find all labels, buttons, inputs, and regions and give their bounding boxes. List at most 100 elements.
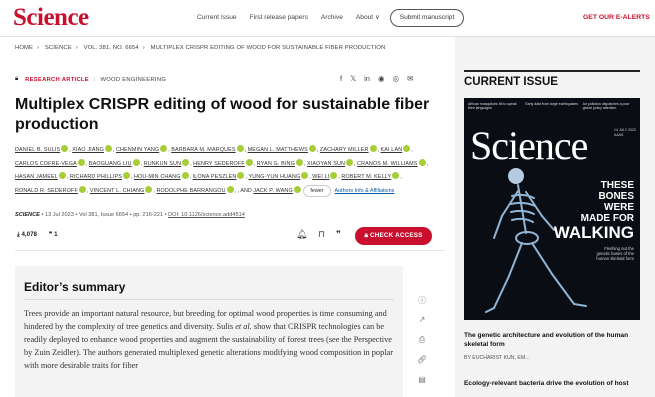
summary-text: Trees provide an important natural resou… xyxy=(24,307,396,372)
current-issue-heading: CURRENT ISSUE xyxy=(464,70,640,88)
orcid-icon[interactable] xyxy=(104,145,112,152)
orcid-icon[interactable] xyxy=(330,172,338,179)
orcid-icon[interactable] xyxy=(236,145,244,152)
orcid-icon[interactable] xyxy=(293,185,301,193)
orcid-icon[interactable] xyxy=(78,185,86,193)
volume-issue[interactable]: Vol 381, Issue 6654 xyxy=(79,212,128,218)
orcid-icon[interactable] xyxy=(132,158,140,166)
info-icon[interactable]: ⓘ xyxy=(412,295,432,315)
author-link[interactable]: ROBERT M. KELLY xyxy=(341,174,391,180)
link-icon[interactable]: 🔗︎ xyxy=(412,355,432,375)
floating-tools: ⓘ ↗ ⎙ 🔗︎ ▤ xyxy=(412,295,432,395)
orcid-icon[interactable] xyxy=(346,158,354,166)
nav-about[interactable]: About ∨ xyxy=(356,13,380,21)
author-link[interactable]: RICHARD PHILLIPS xyxy=(70,174,122,180)
orcid-icon[interactable] xyxy=(295,158,303,166)
submit-manuscript-button[interactable]: Submit manuscript xyxy=(390,9,464,27)
orcid-icon[interactable] xyxy=(392,172,400,179)
linkedin-icon[interactable]: in xyxy=(364,74,370,83)
pdf-lock-icon[interactable]: ⎙ xyxy=(412,335,432,355)
author-link[interactable]: RYAN G. BING xyxy=(257,161,295,167)
orcid-icon[interactable] xyxy=(226,185,234,193)
orcid-icon[interactable] xyxy=(181,172,189,179)
author-link[interactable]: XIAOYAN SUN xyxy=(307,161,345,167)
orcid-icon[interactable] xyxy=(418,158,426,166)
author-link[interactable]: HOU-MIN CHANG xyxy=(134,174,181,180)
author-link[interactable]: JACK P. WANG xyxy=(253,188,293,194)
cite-quote-icon[interactable]: ❞ xyxy=(336,229,341,240)
orcid-icon[interactable] xyxy=(77,158,85,166)
science-logo[interactable]: Science xyxy=(13,4,89,32)
author-link[interactable]: MEGAN L. MATTHEWS xyxy=(248,147,308,153)
email-icon[interactable]: ✉ xyxy=(407,74,413,83)
author-link[interactable]: RUNKUN SUN xyxy=(144,161,181,167)
facebook-icon[interactable]: f xyxy=(340,74,342,83)
breadcrumb-science[interactable]: SCIENCE xyxy=(45,45,72,51)
orcid-icon[interactable] xyxy=(237,172,245,179)
breadcrumb-home[interactable]: HOME xyxy=(15,45,33,51)
author-link[interactable]: HASAN JAMEEL xyxy=(15,174,58,180)
author-link[interactable]: HENRY SEDEROFF xyxy=(193,161,245,167)
divider xyxy=(15,250,445,251)
cover-subtext: Fleshing out the genetic bases of the hu… xyxy=(596,246,634,261)
orcid-icon[interactable] xyxy=(58,172,66,179)
document-icon[interactable]: ▤ xyxy=(412,375,432,395)
orcid-icon[interactable] xyxy=(245,158,253,166)
lock-icon: 🔒︎ xyxy=(15,76,19,82)
orcid-icon[interactable] xyxy=(145,185,153,193)
orcid-icon[interactable] xyxy=(122,172,130,179)
orcid-icon[interactable] xyxy=(403,145,411,152)
author-link[interactable]: ILONA PESZLEN xyxy=(193,174,237,180)
author-link[interactable]: RONALD R. SEDEROFF xyxy=(15,188,78,194)
author-link[interactable]: YUNG-YUN HUANG xyxy=(248,174,300,180)
downloads-metric[interactable]: ⤓ 4,078 xyxy=(17,231,37,239)
check-access-label: CHECK ACCESS xyxy=(369,232,423,239)
author-link[interactable]: ZACHARY MILLER xyxy=(320,147,369,153)
author-link[interactable]: RODOLPHE BARRANGOU xyxy=(156,188,225,194)
journal-name[interactable]: SCIENCE xyxy=(15,212,40,218)
orcid-icon[interactable] xyxy=(182,158,190,166)
fewer-authors-button[interactable]: fewer xyxy=(303,184,331,197)
breadcrumb-separator-icon: › xyxy=(142,45,145,51)
wechat-icon[interactable]: ◎ xyxy=(393,74,400,83)
orcid-icon[interactable] xyxy=(301,172,309,179)
check-access-button[interactable]: 🔒︎ CHECK ACCESS xyxy=(355,227,432,245)
bookmark-icon[interactable]: ⊓ xyxy=(318,229,325,240)
author-link[interactable]: BAOGUANG LIU xyxy=(89,161,132,167)
nav-first-release[interactable]: First release papers xyxy=(250,14,308,21)
metrics-toolbar: ⤓ 4,078 ❞ 1 🔔︎ ⊓ ❞ 🔒︎ CHECK ACCESS xyxy=(15,227,445,247)
orcid-icon[interactable] xyxy=(160,145,168,152)
affiliations-link[interactable]: Authors Info & Affiliations xyxy=(335,188,395,194)
citations-metric[interactable]: ❞ 1 xyxy=(49,231,58,238)
metrics-chart-icon[interactable]: ↗ xyxy=(412,315,432,335)
cover-headline-small: THESE BONES WERE MADE FOR xyxy=(580,180,634,224)
summary-divider xyxy=(24,299,394,300)
article-topic[interactable]: WOOD ENGINEERING xyxy=(100,77,166,83)
orcid-icon[interactable] xyxy=(308,145,316,152)
reddit-icon[interactable]: ◉ xyxy=(378,74,385,83)
top-navigation: Science Current Issue First release pape… xyxy=(0,0,655,37)
author-link[interactable]: CRANOS M. WILLIAMS xyxy=(357,161,418,167)
author-link[interactable]: WEI LI xyxy=(312,174,329,180)
author-link[interactable]: KAI LAN xyxy=(381,147,403,153)
author-link[interactable]: XIAO JIANG xyxy=(72,147,104,153)
doi-link[interactable]: DOI: 10.1126/science.add4514 xyxy=(168,212,245,218)
author-link[interactable]: CHENMIN YANG xyxy=(116,147,159,153)
get-alerts-link[interactable]: GET OUR E-ALERTS xyxy=(583,14,650,21)
author-link[interactable]: BARBARA M. MARQUES xyxy=(171,147,235,153)
author-link[interactable]: CARLOS COFRE-VEGA xyxy=(15,161,77,167)
twitter-icon[interactable]: 𝕏 xyxy=(350,74,356,83)
issue-cover[interactable]: African mosquitoes hit to speak their la… xyxy=(464,98,640,320)
sidebar-article-link[interactable]: The genetic architecture and evolution o… xyxy=(464,332,644,349)
breadcrumb-volume[interactable]: VOL. 381, NO. 6654 xyxy=(84,45,139,51)
author-link[interactable]: DANIEL B. SULIS xyxy=(15,147,60,153)
alert-bell-icon[interactable]: 🔔︎ xyxy=(296,229,307,240)
article-type[interactable]: RESEARCH ARTICLE xyxy=(25,77,89,83)
author-list: DANIEL B. SULIS, XIAO JIANG, CHENMIN YAN… xyxy=(15,144,445,198)
author-link[interactable]: VINCENT L. CHIANG xyxy=(90,188,145,194)
nav-current-issue[interactable]: Current Issue xyxy=(197,14,237,21)
orcid-icon[interactable] xyxy=(369,145,377,152)
nav-archive[interactable]: Archive xyxy=(321,14,343,21)
orcid-icon[interactable] xyxy=(61,145,69,152)
sidebar-article-link[interactable]: Ecology-relevant bacteria drive the evol… xyxy=(464,380,644,389)
